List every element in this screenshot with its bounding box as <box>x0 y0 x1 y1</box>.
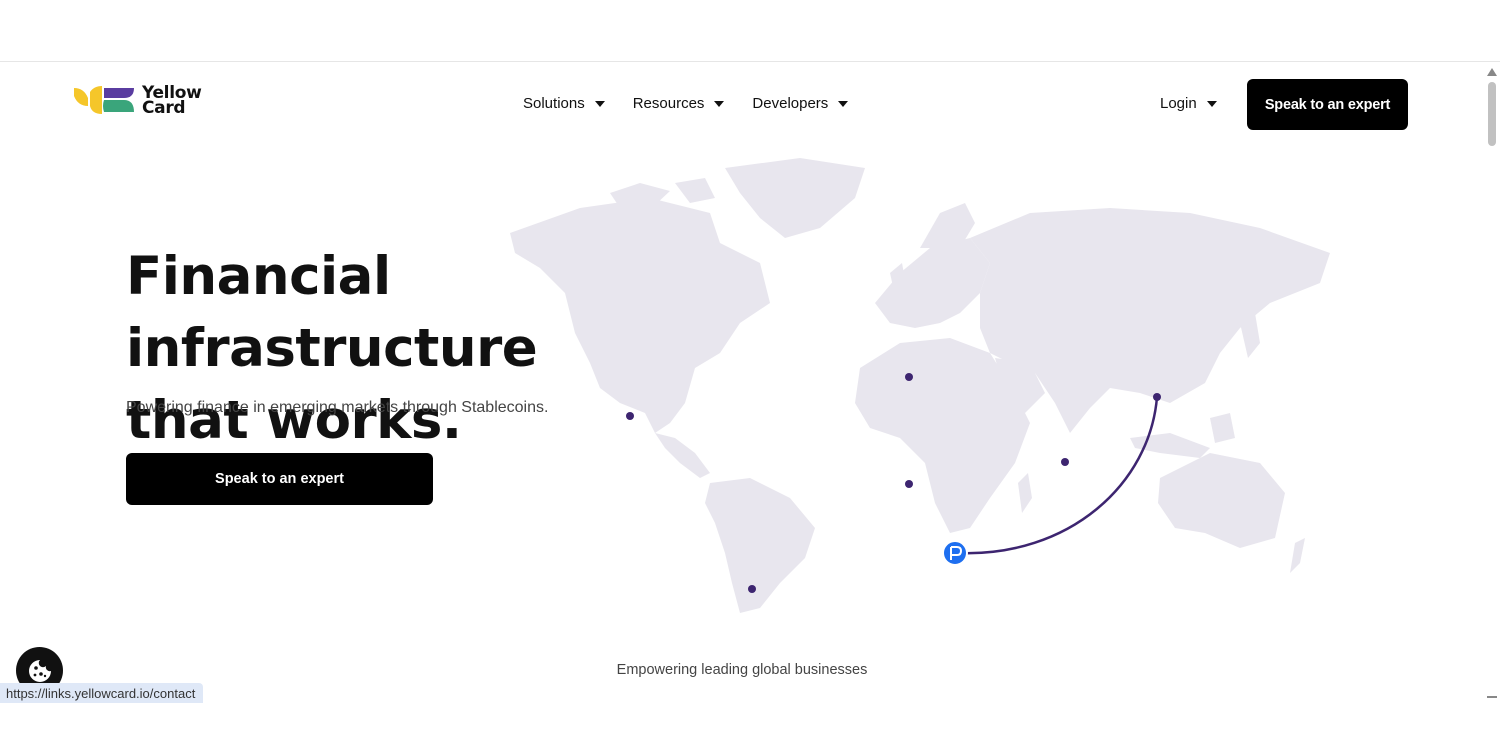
speak-to-expert-header-button[interactable]: Speak to an expert <box>1247 79 1408 130</box>
chevron-down-icon <box>594 100 605 107</box>
nav-resources-label: Resources <box>632 95 705 112</box>
empowering-businesses-text: Empowering leading global businesses <box>616 662 868 678</box>
browser-top-strip <box>0 0 1500 62</box>
vertical-scrollbar[interactable] <box>1484 63 1500 750</box>
chevron-down-icon <box>714 100 725 107</box>
scroll-down-arrow-icon[interactable] <box>1487 696 1497 698</box>
status-bar-url: https://links.yellowcard.io/contact <box>0 683 204 703</box>
location-dot-india <box>1061 458 1069 466</box>
nav-solutions[interactable]: Solutions <box>523 95 605 112</box>
main-nav: Solutions Resources Developers <box>523 95 849 112</box>
logo-line-card: Card <box>142 98 186 118</box>
logo-mark-icon <box>74 86 134 114</box>
nav-resources[interactable]: Resources <box>633 95 725 112</box>
hero-title: Financial infrastructure that works. <box>126 241 726 457</box>
nav-solutions-label: Solutions <box>523 95 585 112</box>
yellow-card-logo[interactable]: Yellow Card <box>72 84 202 118</box>
hero-title-line-1: Financial infrastructure <box>126 246 538 379</box>
chevron-down-icon <box>1206 100 1217 107</box>
cookie-icon <box>28 659 51 682</box>
location-dot-europe <box>905 373 913 381</box>
nav-developers[interactable]: Developers <box>752 95 849 112</box>
nav-developers-label: Developers <box>752 95 829 112</box>
speak-to-expert-hero-button[interactable]: Speak to an expert <box>126 453 433 505</box>
chevron-down-icon <box>838 100 849 107</box>
paypal-icon <box>942 540 968 566</box>
location-dot-west-africa <box>905 480 913 488</box>
page-viewport: Yellow Card Solutions Resources Develope… <box>0 63 1484 750</box>
logo-text: Yellow Card <box>142 85 202 118</box>
login-label: Login <box>1160 95 1197 112</box>
scrollbar-thumb[interactable] <box>1488 82 1496 146</box>
login-dropdown[interactable]: Login <box>1160 95 1217 112</box>
location-dot-south-america <box>748 585 756 593</box>
scroll-up-arrow-icon[interactable] <box>1487 68 1497 76</box>
hero-subtitle: Powering finance in emerging markets thr… <box>126 399 549 416</box>
location-dot-east-asia <box>1153 393 1161 401</box>
